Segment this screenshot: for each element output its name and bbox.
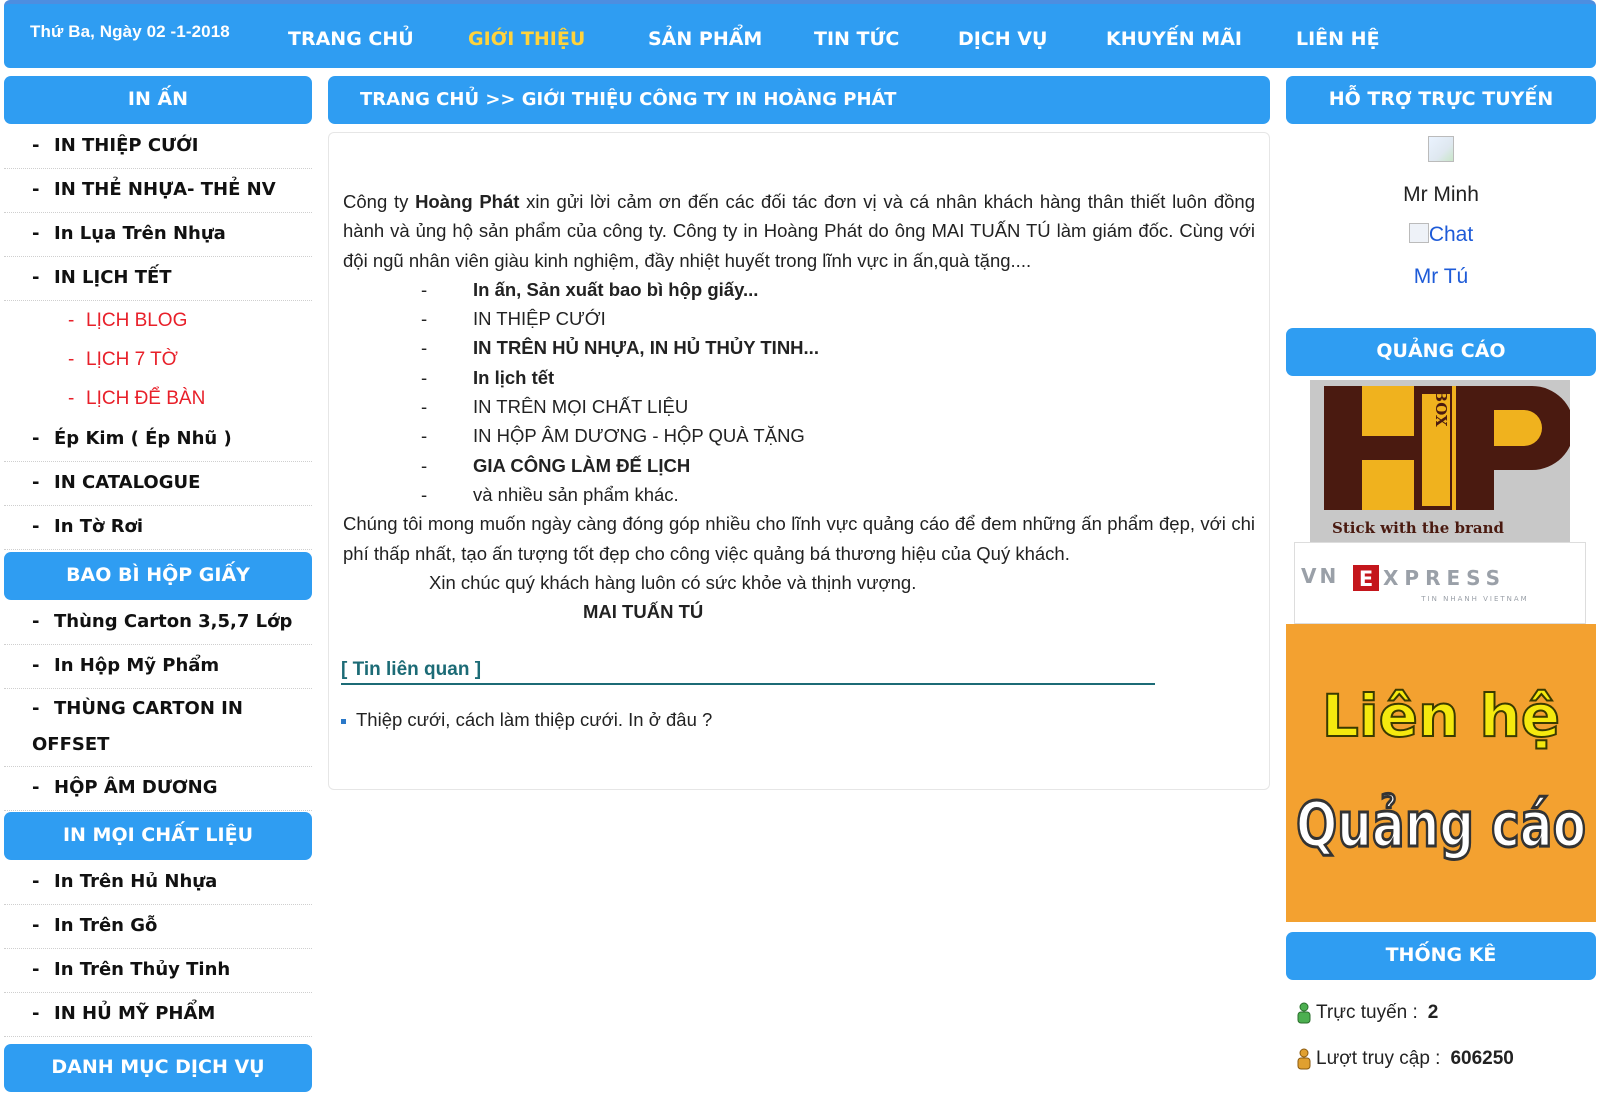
menu-printing: - IN THIỆP CƯỚI - IN THẺ NHỰA- THẺ NV - In … xyxy=(4,125,312,550)
menu-packaging: - Thùng Carton 3,5,7 Lớp - In Hộp Mỹ Phẩm … xyxy=(4,601,312,811)
related-news-link[interactable]: Thiệp cưới, cách làm thiệp cưới. In ở đâ… xyxy=(341,709,712,731)
bullet-square-icon xyxy=(341,718,346,724)
menu-item[interactable]: - IN THIỆP CƯỚI xyxy=(4,125,312,169)
service-list-item: - GIA CÔNG LÀM ĐẾ LỊCH xyxy=(343,451,1255,480)
intro-paragraph: Công ty Hoàng Phát xin gửi lời cảm ơn đế… xyxy=(343,191,1255,271)
menu-item[interactable]: - IN HỦ MỸ PHẨM xyxy=(4,993,312,1037)
section-header-packaging: BAO BÌ HỘP GIẤY xyxy=(4,552,312,600)
section-header-printing: IN ẤN xyxy=(4,76,312,124)
section-header-services: DANH MỤC DỊCH VỤ xyxy=(4,1044,312,1092)
stat-online: Trực tuyến :2 xyxy=(1294,990,1594,1036)
bullet-dash: - xyxy=(421,454,428,476)
support-name-tu[interactable]: Mr Tú xyxy=(1286,265,1596,289)
svg-text:Stick with the brand: Stick with the brand xyxy=(1332,519,1504,537)
ad-hpbox-banner[interactable]: BOX Stick with the brand xyxy=(1310,380,1574,542)
breadcrumb: TRANG CHỦ >> GIỚI THIỆU CÔNG TY IN HOÀNG… xyxy=(328,76,1270,124)
nav-services[interactable]: DỊCH VỤ xyxy=(958,28,1047,50)
menu-item[interactable]: - HỘP ÂM DƯƠNG xyxy=(4,767,312,811)
user-visits-icon xyxy=(1297,1048,1311,1070)
service-list-text: và nhiều sản phẩm khác. xyxy=(473,483,679,505)
service-list-text: IN THIỆP CƯỚI xyxy=(473,308,606,330)
submenu-item[interactable]: - LỊCH BLOG xyxy=(4,301,312,340)
menu-item[interactable]: - In Trên Gỗ xyxy=(4,905,312,949)
service-list-item: - IN TRÊN MỌI CHẤT LIỆU xyxy=(343,392,1255,421)
menu-item[interactable]: - IN LỊCH TẾT xyxy=(4,257,312,301)
nav-home[interactable]: TRANG CHỦ xyxy=(288,28,414,50)
service-list-text: GIA CÔNG LÀM ĐẾ LỊCH xyxy=(473,454,691,476)
menu-item[interactable]: - In Hộp Mỹ Phẩm xyxy=(4,645,312,689)
bullet-dash: - xyxy=(421,396,428,418)
closing-paragraph: Chúng tôi mong muốn ngày càng đóng góp n… xyxy=(343,513,1255,564)
service-list: - In ấn, Sản xuất bao bì hộp giấy... - IN T… xyxy=(343,275,1255,509)
hpbox-logo: BOX Stick with the brand xyxy=(1310,380,1574,542)
signature: MAI TUẤN TÚ xyxy=(583,601,704,623)
svg-text:E: E xyxy=(1359,567,1373,591)
chat-link[interactable]: Chat xyxy=(1286,223,1596,247)
service-list-item: - IN HỘP ÂM DƯƠNG - HỘP QUÀ TẶNG xyxy=(343,421,1255,450)
menu-item[interactable]: - Thùng Carton 3,5,7 Lớp xyxy=(4,601,312,645)
bullet-dash: - xyxy=(421,308,428,330)
menu-item[interactable]: - IN THẺ NHỰA- THẺ NV xyxy=(4,169,312,213)
contact-ad-artwork: Liên hệ Quảng cáo xyxy=(1286,624,1596,922)
article-panel: Công ty Hoàng Phát xin gửi lời cảm ơn đế… xyxy=(328,132,1270,790)
bullet-dash: - xyxy=(421,483,428,505)
stats-panel: Trực tuyến :2 Lượt truy cập :606250 xyxy=(1294,990,1594,1082)
menu-item[interactable]: - In Lụa Trên Nhựa xyxy=(4,213,312,257)
related-news-heading: [ Tin liên quan ] xyxy=(341,659,1155,685)
service-list-text: In lịch tết xyxy=(473,366,555,388)
svg-text:TIN NHANH VIETNAM: TIN NHANH VIETNAM xyxy=(1420,595,1528,603)
svg-text:Quảng cáo: Quảng cáo xyxy=(1296,788,1586,861)
service-list-text: IN HỘP ÂM DƯƠNG - HỘP QUÀ TẶNG xyxy=(473,425,805,447)
broken-image-icon xyxy=(1428,136,1454,162)
bullet-dash: - xyxy=(421,278,428,300)
menu-item[interactable]: - IN CATALOGUE xyxy=(4,462,312,506)
nav-news[interactable]: TIN TỨC xyxy=(814,28,899,50)
ad-contact-banner[interactable]: Liên hệ Quảng cáo xyxy=(1286,624,1596,922)
article-body: Công ty Hoàng Phát xin gửi lời cảm ơn đế… xyxy=(343,187,1255,626)
nav-promotions[interactable]: KHUYẾN MÃI xyxy=(1106,28,1242,50)
wish-text: Xin chúc quý khách hàng luôn có sức khỏe… xyxy=(429,571,917,593)
section-header-support: HỖ TRỢ TRỰC TUYẾN xyxy=(1286,76,1596,124)
nav-products[interactable]: SẢN PHẨM xyxy=(648,28,762,50)
svg-text:XPRESS: XPRESS xyxy=(1383,566,1506,590)
menu-item[interactable]: - In Tờ Rơi xyxy=(4,506,312,550)
bullet-dash: - xyxy=(421,366,428,388)
nav-about[interactable]: GIỚI THIỆU xyxy=(468,28,585,50)
bullet-dash: - xyxy=(421,337,428,359)
svg-text:Liên hệ: Liên hệ xyxy=(1322,682,1560,750)
section-header-ads: QUẢNG CÁO xyxy=(1286,328,1596,376)
nav-contact[interactable]: LIÊN HỆ xyxy=(1296,28,1380,50)
support-name-minh: Mr Minh xyxy=(1403,183,1479,206)
section-header-stats: THỐNG KÊ xyxy=(1286,932,1596,980)
ad-vnexpress-banner[interactable]: VN E XPRESS TIN NHANH VIETNAM xyxy=(1294,542,1586,624)
current-date: Thứ Ba, Ngày 02 -1-2018 xyxy=(30,22,230,41)
bullet-dash: - xyxy=(421,425,428,447)
service-list-item: - và nhiều sản phẩm khác. xyxy=(343,480,1255,509)
submenu-item[interactable]: - LỊCH 7 TỜ xyxy=(4,340,312,379)
top-navbar: Thứ Ba, Ngày 02 -1-2018 TRANG CHỦ GIỚI T… xyxy=(4,0,1596,68)
service-list-item: - IN TRÊN HỦ NHỰA, IN HỦ THỦY TINH... xyxy=(343,333,1255,362)
stat-visits: Lượt truy cập :606250 xyxy=(1294,1036,1594,1082)
service-list-text: IN TRÊN HỦ NHỰA, IN HỦ THỦY TINH... xyxy=(473,337,819,359)
menu-item[interactable]: - THÙNG CARTON IN OFFSET xyxy=(4,689,312,767)
menu-materials: - In Trên Hủ Nhựa - In Trên Gỗ - In Trên Th… xyxy=(4,861,312,1037)
service-list-text: IN TRÊN MỌI CHẤT LIỆU xyxy=(473,396,689,418)
broken-image-icon xyxy=(1408,223,1429,243)
section-header-materials: IN MỌI CHẤT LIỆU xyxy=(4,812,312,860)
vnexpress-logo: VN E XPRESS TIN NHANH VIETNAM xyxy=(1301,564,1528,603)
user-online-icon xyxy=(1297,1002,1311,1024)
service-list-text: In ấn, Sản xuất bao bì hộp giấy... xyxy=(473,278,759,300)
service-list-item: - In lịch tết xyxy=(343,363,1255,392)
submenu-item[interactable]: - LỊCH ĐỂ BÀN xyxy=(4,379,312,418)
service-list-item: - In ấn, Sản xuất bao bì hộp giấy... xyxy=(343,275,1255,304)
svg-text:VN: VN xyxy=(1301,564,1339,588)
menu-item[interactable]: - Ép Kim ( Ép Nhũ ) xyxy=(4,418,312,462)
support-panel: Mr Minh Chat Mr Tú xyxy=(1286,136,1596,289)
menu-item[interactable]: - In Trên Hủ Nhựa xyxy=(4,861,312,905)
menu-item[interactable]: - In Trên Thủy Tinh xyxy=(4,949,312,993)
svg-text:BOX: BOX xyxy=(1432,389,1450,427)
service-list-item: - IN THIỆP CƯỚI xyxy=(343,304,1255,333)
